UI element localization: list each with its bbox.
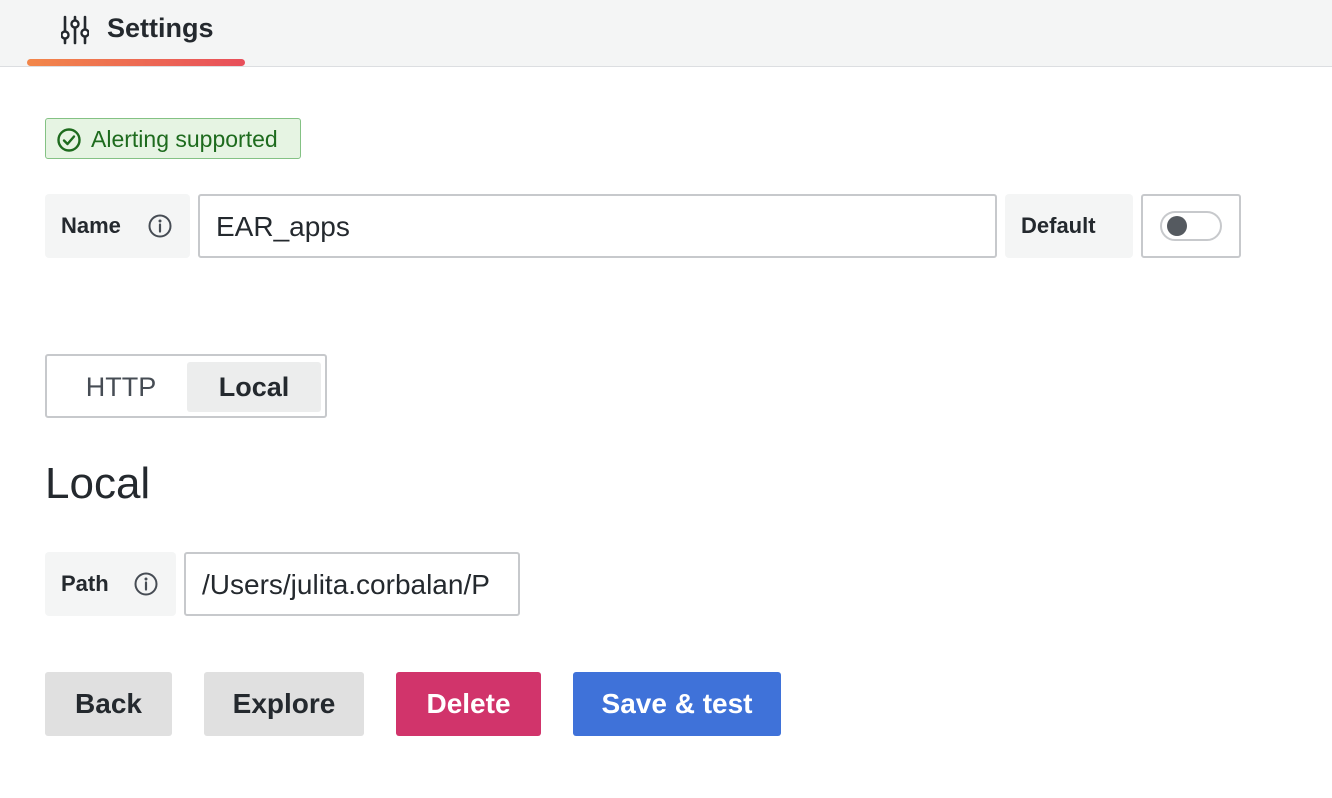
name-input-value: EAR_apps bbox=[216, 211, 350, 242]
toggle-knob bbox=[1167, 216, 1187, 236]
tab-settings[interactable]: Settings bbox=[27, 0, 245, 66]
mode-option-local[interactable]: Local bbox=[187, 362, 321, 412]
default-toggle[interactable] bbox=[1160, 211, 1222, 241]
info-icon[interactable] bbox=[133, 571, 159, 597]
path-input-value: /Users/julita.corbalan/P bbox=[202, 569, 490, 600]
sliders-icon bbox=[61, 15, 89, 45]
top-bar: Settings bbox=[0, 0, 1332, 67]
info-icon[interactable] bbox=[147, 213, 173, 239]
mode-switch: HTTP Local bbox=[45, 354, 327, 418]
section-title: Local bbox=[45, 459, 151, 508]
explore-button[interactable]: Explore bbox=[204, 672, 364, 736]
mode-option-http[interactable]: HTTP bbox=[57, 362, 185, 412]
default-label: Default bbox=[1021, 213, 1096, 238]
delete-button[interactable]: Delete bbox=[396, 672, 541, 736]
save-and-test-button[interactable]: Save & test bbox=[573, 672, 781, 736]
name-input[interactable]: EAR_apps bbox=[198, 194, 997, 258]
tab-settings-label: Settings bbox=[107, 13, 214, 43]
path-input[interactable]: /Users/julita.corbalan/P bbox=[184, 552, 520, 616]
path-label-box: Path bbox=[45, 552, 176, 616]
name-label: Name bbox=[61, 213, 121, 238]
back-button[interactable]: Back bbox=[45, 672, 172, 736]
path-label: Path bbox=[61, 571, 109, 596]
check-circle-icon bbox=[57, 128, 81, 152]
badge-label: Alerting supported bbox=[91, 126, 278, 152]
alerting-supported-badge: Alerting supported bbox=[45, 118, 301, 159]
active-tab-indicator bbox=[27, 59, 245, 66]
name-label-box: Name bbox=[45, 194, 190, 258]
default-label-box: Default bbox=[1005, 194, 1133, 258]
default-toggle-container bbox=[1141, 194, 1241, 258]
